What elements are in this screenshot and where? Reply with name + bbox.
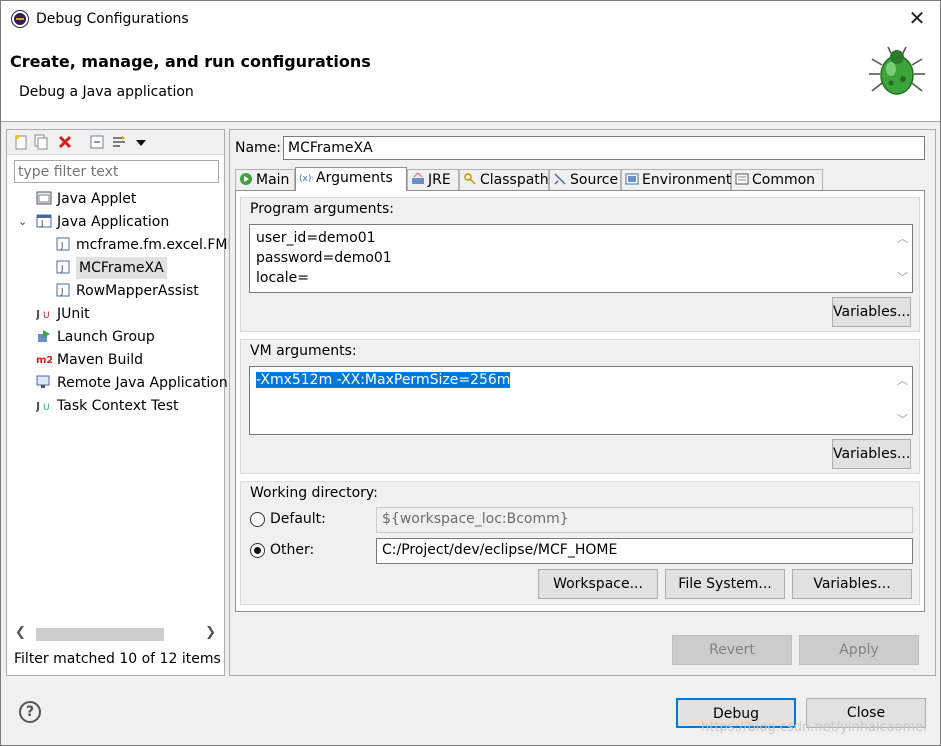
svg-text:J: J xyxy=(36,308,40,320)
svg-text:U: U xyxy=(43,403,50,412)
arguments-tab-icon: (x)= xyxy=(299,174,313,184)
java-application-icon: J xyxy=(36,214,52,228)
junit-icon: JU xyxy=(36,308,50,320)
tree-item-junit[interactable]: J U JUnit xyxy=(36,303,90,325)
close-icon[interactable]: ✕ xyxy=(906,7,928,29)
tree-item-mcframe-fm-excel[interactable]: Jmcframe.fm.excel.FME xyxy=(55,234,236,256)
tab-jre[interactable]: JRE xyxy=(407,169,459,191)
filter-status: Filter matched 10 of 12 items xyxy=(14,651,221,667)
tree-item-mcframexa[interactable]: J MCFrameXA xyxy=(55,257,167,279)
java-class-icon: J xyxy=(56,283,70,297)
java-class-icon: J xyxy=(56,237,70,251)
launch-group-icon xyxy=(38,330,50,342)
other-directory-field[interactable]: C:/Project/dev/eclipse/MCF_HOME xyxy=(376,538,913,564)
vm-variables-button[interactable]: Variables... xyxy=(832,439,911,469)
tab-environment[interactable]: Environment xyxy=(621,169,731,191)
scroll-right-icon[interactable]: ❯ xyxy=(205,625,216,640)
tree-item-maven-build[interactable]: m2 Maven Build xyxy=(36,349,143,371)
debug-configurations-dialog: Debug Configurations ✕ Create, manage, a… xyxy=(0,0,941,746)
apply-button[interactable]: Apply xyxy=(799,635,919,665)
banner-heading: Create, manage, and run configurations xyxy=(10,52,371,71)
main-tab-icon xyxy=(240,173,252,185)
java-class-icon: J xyxy=(56,260,70,274)
window-title: Debug Configurations xyxy=(36,11,189,27)
tab-common[interactable]: Common xyxy=(731,169,823,191)
filter-input[interactable] xyxy=(14,160,219,183)
help-icon[interactable]: ? xyxy=(19,701,41,723)
program-arguments-label: Program arguments: xyxy=(250,201,394,217)
task-context-icon: JU xyxy=(36,400,50,412)
file-system-button[interactable]: File System... xyxy=(665,569,785,599)
jre-tab-icon xyxy=(412,172,424,184)
common-tab-icon xyxy=(735,173,749,185)
tree-toolbar xyxy=(7,130,224,155)
tab-arguments[interactable]: (x)=Arguments xyxy=(295,167,407,191)
tab-source[interactable]: Source xyxy=(549,169,621,191)
default-radio-label: Default: xyxy=(270,511,326,527)
name-label: Name: xyxy=(235,140,282,156)
svg-text:(x)=: (x)= xyxy=(299,174,313,184)
svg-text:J: J xyxy=(36,400,40,412)
svg-text:U: U xyxy=(43,311,50,320)
header-banner: Create, manage, and run configurations D… xyxy=(1,39,940,122)
tree-item-launch-group[interactable]: Launch Group xyxy=(36,326,155,348)
debug-bug-icon xyxy=(869,46,925,95)
eclipse-icon xyxy=(12,11,28,27)
chevron-down-icon[interactable]: ⌄ xyxy=(18,215,27,228)
other-radio[interactable] xyxy=(250,543,265,558)
working-directory-group: Working directory: Default: ${workspace_… xyxy=(240,481,920,605)
classpath-tab-icon xyxy=(464,173,476,185)
tree-item-java-applet[interactable]: Java Applet xyxy=(36,188,136,210)
launch-configuration-tree-panel: ⌄ Java Applet JJava Application Jmcframe… xyxy=(6,129,236,676)
vm-arguments-selected-text[interactable]: -Xmx512m -XX:MaxPermSize=256m xyxy=(256,372,511,388)
svg-text:J: J xyxy=(60,287,63,296)
new-configuration-icon[interactable] xyxy=(13,134,29,150)
svg-text:J: J xyxy=(60,241,63,250)
svg-text:J: J xyxy=(60,264,63,273)
other-radio-label: Other: xyxy=(270,542,315,558)
program-variables-button[interactable]: Variables... xyxy=(832,297,911,327)
delete-icon[interactable] xyxy=(57,134,73,150)
vm-args-scrollbar[interactable]: ︿ ﹀ xyxy=(894,369,910,432)
watermark: https://blog.csdn.net/yinhaicaomei xyxy=(701,720,927,735)
collapse-all-icon[interactable] xyxy=(89,134,105,150)
program-arguments-textarea[interactable]: user_id=demo01 password=demo01 locale= ︿… xyxy=(249,224,913,293)
program-arguments-group: Program arguments: user_id=demo01 passwo… xyxy=(240,197,920,332)
tab-strip: Main (x)=Arguments JRE Classpath Source … xyxy=(235,167,925,191)
duplicate-icon[interactable] xyxy=(33,134,49,150)
configuration-editor: Name: Main (x)=Arguments JRE Classpath S… xyxy=(229,129,936,676)
arguments-tab-content: Program arguments: user_id=demo01 passwo… xyxy=(235,190,925,612)
tree-item-task-context-test[interactable]: J U Task Context Test xyxy=(36,395,179,417)
vm-arguments-group: VM arguments: -Xmx512m -XX:MaxPermSize=2… xyxy=(240,339,920,474)
program-args-scrollbar[interactable]: ︿ ﹀ xyxy=(894,227,910,290)
scroll-thumb[interactable] xyxy=(36,628,164,641)
filter-icon[interactable] xyxy=(111,134,127,150)
tab-classpath[interactable]: Classpath xyxy=(459,169,549,191)
working-directory-label: Working directory: xyxy=(250,485,378,501)
tree-item-java-application[interactable]: J Java Application xyxy=(36,211,169,233)
view-menu-dropdown-icon[interactable] xyxy=(133,136,149,152)
tab-main[interactable]: Main xyxy=(235,169,295,191)
title-bar: Debug Configurations ✕ xyxy=(1,1,940,39)
revert-button[interactable]: Revert xyxy=(672,635,792,665)
vm-arguments-textarea[interactable]: -Xmx512m -XX:MaxPermSize=256m ︿ ﹀ xyxy=(249,366,913,435)
svg-text:m2: m2 xyxy=(36,355,52,366)
scroll-left-icon[interactable]: ❮ xyxy=(15,625,26,640)
banner-subheading: Debug a Java application xyxy=(19,84,194,100)
maven-icon: m2 xyxy=(36,355,52,366)
remote-java-icon xyxy=(36,375,50,388)
vm-arguments-label: VM arguments: xyxy=(250,343,357,359)
java-applet-icon xyxy=(36,191,52,205)
tree-item-rowmapperassist[interactable]: J RowMapperAssist xyxy=(55,280,199,302)
svg-text:J: J xyxy=(40,219,43,228)
tree-item-remote-java-application[interactable]: Remote Java Application xyxy=(36,372,228,394)
name-field[interactable] xyxy=(283,136,925,160)
workspace-button[interactable]: Workspace... xyxy=(538,569,658,599)
default-radio[interactable] xyxy=(250,512,265,527)
working-dir-variables-button[interactable]: Variables... xyxy=(792,569,912,599)
default-directory-field: ${workspace_loc:Bcomm} xyxy=(376,507,913,533)
tree-horizontal-scrollbar[interactable]: ❮ ❯ xyxy=(12,625,219,643)
source-tab-icon xyxy=(554,173,566,185)
environment-tab-icon xyxy=(625,173,639,185)
